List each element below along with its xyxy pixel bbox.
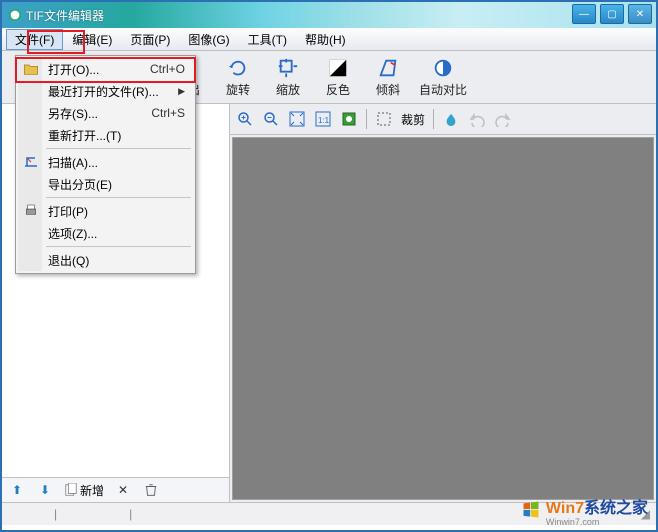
scan-icon [22, 153, 40, 171]
view-toolbar: 1:1 裁剪 [230, 104, 656, 135]
thumbnail-toolbar: ⬆ ⬇ 新增 ✕ [2, 477, 229, 502]
menu-options[interactable]: 选项(Z)... [18, 222, 193, 244]
svg-text:1:1: 1:1 [318, 116, 330, 125]
menu-page[interactable]: 页面(P) [121, 29, 179, 50]
actual-size-icon[interactable]: 1:1 [314, 110, 332, 128]
new-page-label: 新增 [80, 482, 104, 499]
editor-panel: 1:1 裁剪 [230, 104, 656, 502]
menu-separator [46, 197, 191, 198]
menu-recent[interactable]: 最近打开的文件(R)... ▶ [18, 80, 193, 102]
close-button[interactable]: ✕ [628, 4, 652, 24]
menu-open[interactable]: 打开(O)... Ctrl+O [18, 58, 193, 80]
toolbar-invert[interactable]: 反色 [314, 54, 362, 100]
titlebar: TIF文件编辑器 — ▢ ✕ [2, 2, 656, 28]
toolbar-rotate[interactable]: 旋转 [214, 54, 262, 100]
menubar: 文件(F) 编辑(E) 页面(P) 图像(G) 工具(T) 帮助(H) [2, 28, 656, 51]
zoom-in-icon[interactable] [236, 110, 254, 128]
menu-help[interactable]: 帮助(H) [296, 29, 355, 50]
toolbar-autocontrast-label: 自动对比 [419, 81, 467, 98]
menu-exit[interactable]: 退出(Q) [18, 249, 193, 271]
zoom-icon [277, 57, 299, 79]
toolbar-zoom-label: 缩放 [276, 81, 300, 98]
window-title: TIF文件编辑器 [26, 7, 104, 24]
refresh-view-icon[interactable] [340, 110, 358, 128]
undo-icon[interactable] [468, 110, 486, 128]
redo-icon[interactable] [494, 110, 512, 128]
menu-edit[interactable]: 编辑(E) [63, 29, 121, 50]
move-up-icon[interactable]: ⬆ [8, 481, 26, 499]
toolbar-skew-label: 倾斜 [376, 81, 400, 98]
delete-icon[interactable]: ✕ [114, 481, 132, 499]
menu-reopen[interactable]: 重新打开...(T) [18, 124, 193, 146]
crop-label[interactable]: 裁剪 [401, 111, 425, 128]
menu-separator [46, 148, 191, 149]
zoom-out-icon[interactable] [262, 110, 280, 128]
toolbar-zoom[interactable]: 缩放 [264, 54, 312, 100]
toolbar-separator [366, 109, 367, 129]
trash-icon[interactable] [142, 481, 160, 499]
menu-export-pages[interactable]: 导出分页(E) [18, 173, 193, 195]
submenu-arrow-icon: ▶ [178, 86, 185, 97]
canvas[interactable] [232, 137, 654, 500]
menu-separator [46, 246, 191, 247]
toolbar-separator [433, 109, 434, 129]
menu-file[interactable]: 文件(F) [6, 29, 63, 50]
print-icon [22, 202, 40, 220]
toolbar-invert-label: 反色 [326, 81, 350, 98]
toolbar-autocontrast[interactable]: 自动对比 [414, 54, 472, 100]
droplet-icon[interactable] [442, 110, 460, 128]
menu-save-as[interactable]: 另存(S)... Ctrl+S [18, 102, 193, 124]
new-page-button[interactable]: 新增 [64, 481, 104, 499]
watermark: Win7系统之家 Winwin7.com [520, 494, 648, 526]
menu-print[interactable]: 打印(P) [18, 200, 193, 222]
app-icon [8, 8, 22, 22]
menu-scan[interactable]: 扫描(A)... [18, 151, 193, 173]
toolbar-skew[interactable]: 倾斜 [364, 54, 412, 100]
windows-logo-icon [520, 500, 542, 520]
invert-icon [327, 57, 349, 79]
minimize-button[interactable]: — [572, 4, 596, 24]
fit-icon[interactable] [288, 110, 306, 128]
toolbar-rotate-label: 旋转 [226, 81, 250, 98]
rotate-icon [227, 57, 249, 79]
file-dropdown: 打开(O)... Ctrl+O 最近打开的文件(R)... ▶ 另存(S)...… [15, 55, 196, 274]
open-icon [22, 60, 40, 78]
skew-icon [377, 57, 399, 79]
move-down-icon[interactable]: ⬇ [36, 481, 54, 499]
maximize-button[interactable]: ▢ [600, 4, 624, 24]
marquee-icon[interactable] [375, 110, 393, 128]
autocontrast-icon [432, 57, 454, 79]
menu-tools[interactable]: 工具(T) [239, 29, 296, 50]
menu-image[interactable]: 图像(G) [179, 29, 238, 50]
